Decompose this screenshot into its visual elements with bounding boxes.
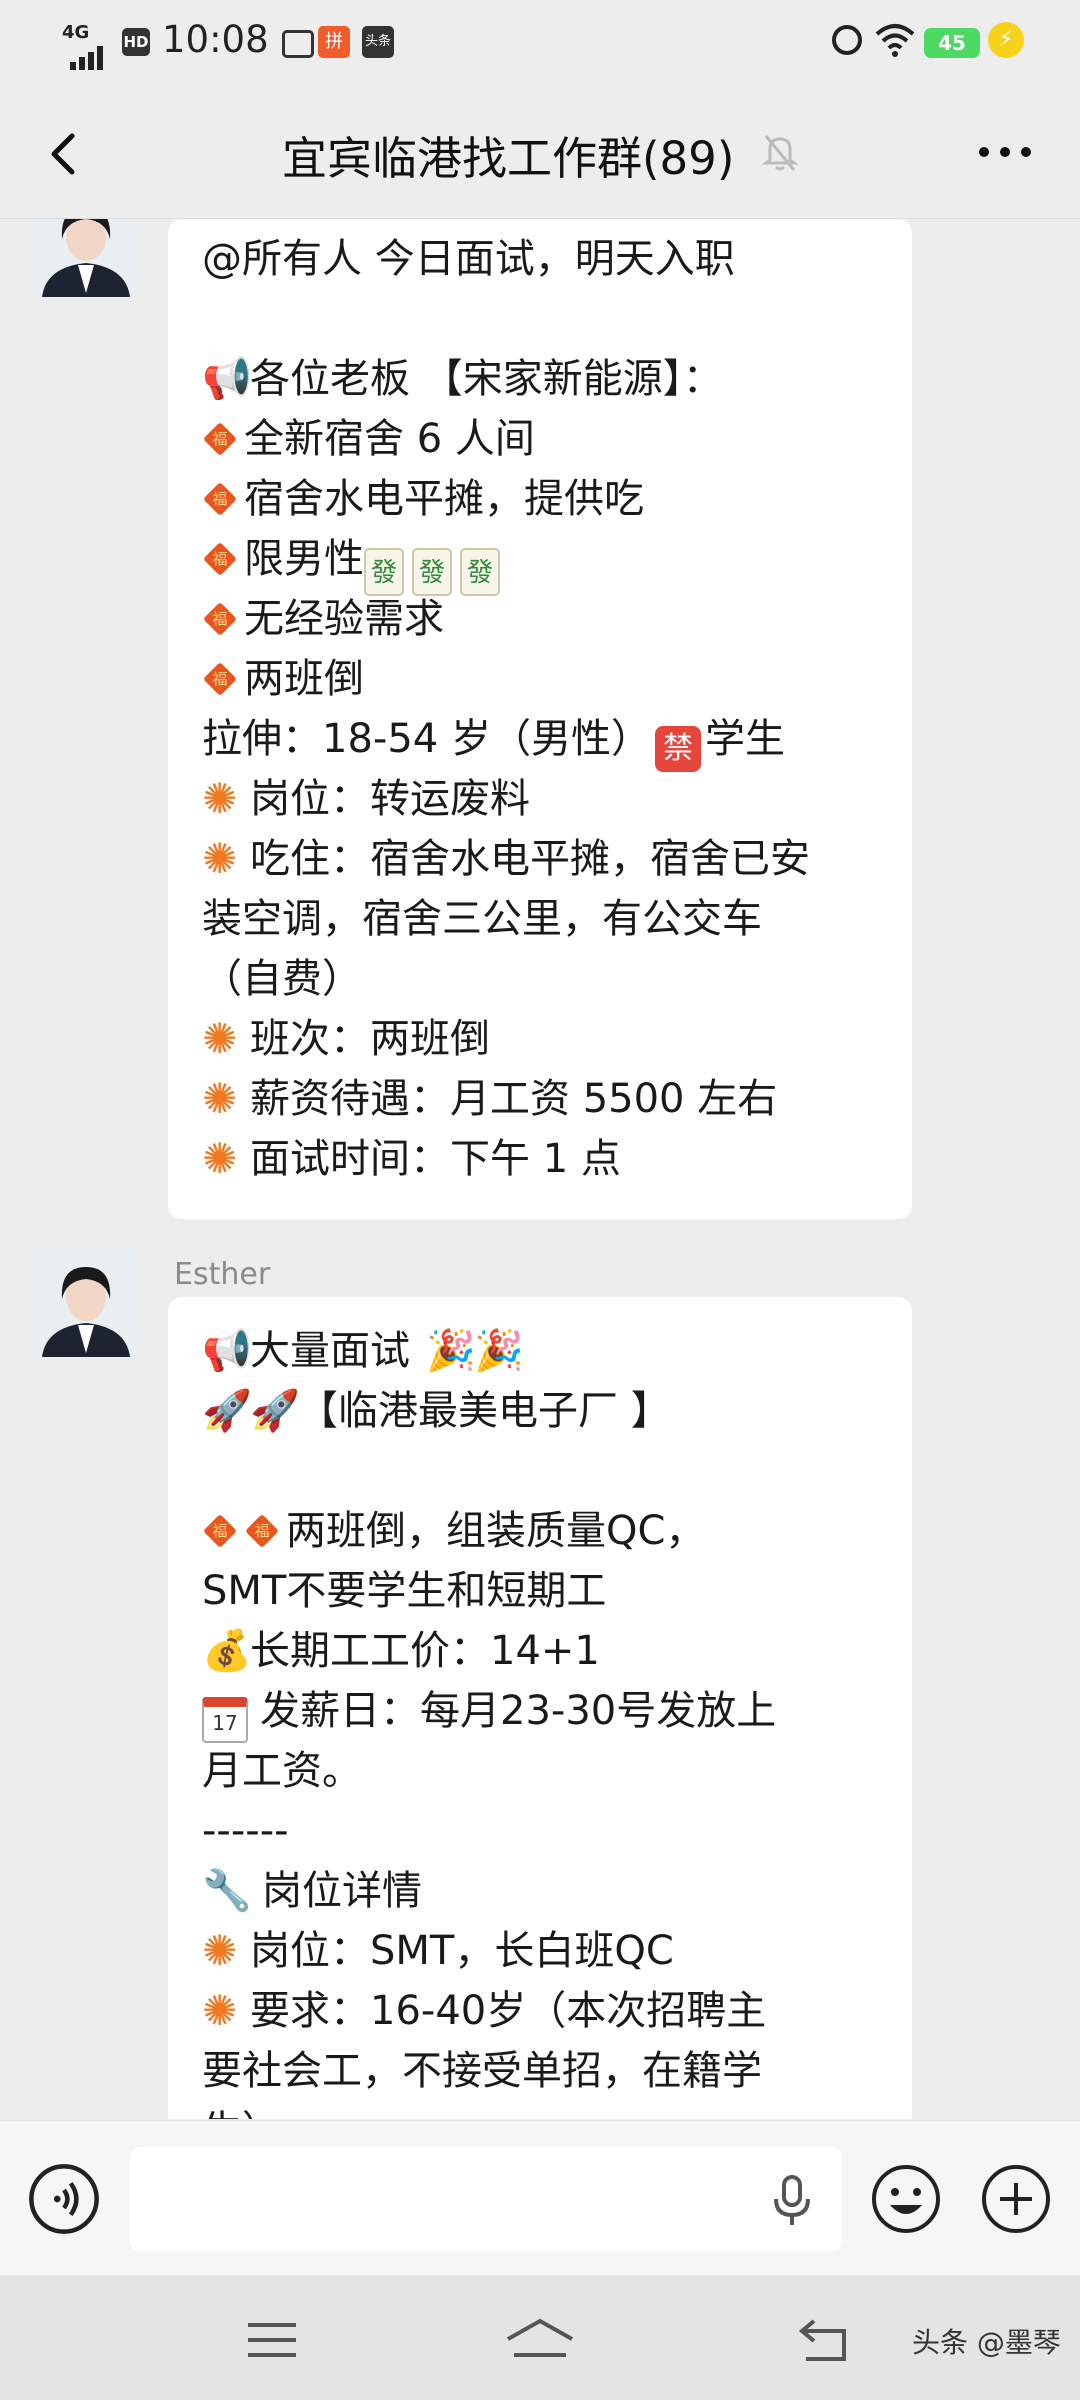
message-line: 两班倒 [202,649,878,709]
message-bubble[interactable]: @所有人 今日面试，明天入职 📢各位老板 【宋家新能源】： 全新宿舍 6 人间 … [168,219,912,1219]
message-line: SMT不要学生和短期工 [202,1568,607,1614]
mahjong-tile-icon: 發 [460,548,500,596]
message-line: 🚀🚀【临港最美电子厂 】 [202,1381,878,1441]
group-title: 宜宾临港找工作群(89) [282,132,735,185]
message-line: 🔧 岗位详情 [202,1861,878,1921]
message-bubble[interactable]: 📢大量面试🎉🎉 🚀🚀【临港最美电子厂 】 两班倒，组装质量QC， SMT不要学生… [168,1297,912,2119]
prohibited-icon: 禁 [654,726,701,772]
message-line: 无经验需求 [202,589,878,649]
fu-diamond-icon [202,481,238,517]
party-popper-icon: 🎉 [426,1328,476,1374]
status-bar: 4G HD 10:08 拼 头条 45 ⚡ [0,0,1080,90]
add-attachment-icon[interactable] [980,2163,1052,2235]
battery-indicator: 45 [924,28,980,58]
signal-bars-icon [70,46,112,70]
message-line: 两班倒，组装质量QC， [202,1501,878,1561]
message-line: 限男性發發發 [202,529,878,596]
muted-bell-icon [761,135,799,171]
money-bag-icon: 💰 [202,1628,252,1674]
wifi-icon [875,24,915,57]
message-line: 拉伸：18-54 岁（男性）禁学生 [202,709,878,772]
sender-name: Esther [174,1257,271,1292]
microphone-icon[interactable] [770,2173,814,2227]
rocket-icon: 🚀 [202,1388,252,1434]
message-line: 💰长期工工价：14+1 [202,1621,878,1681]
message-line: 岗位：转运废料 [202,769,878,829]
home-nav-icon[interactable] [502,2315,578,2365]
firework-icon [202,1981,246,2041]
menu-nav-icon[interactable] [242,2315,302,2365]
message-line: @所有人 今日面试，明天入职 [202,236,735,282]
input-bar [0,2120,1080,2275]
system-nav-bar: 头条 @墨琴 [0,2275,1080,2400]
calendar-icon: 17 [202,1697,248,1743]
message-line: ------ [202,1808,289,1854]
fu-diamond-icon [202,661,238,697]
message-line: 班次：两班倒 [202,1009,878,1069]
megaphone-icon: 📢 [202,356,252,402]
voice-mode-icon[interactable] [28,2163,100,2235]
fu-diamond-icon [202,601,238,637]
shopping-app-icon: 拼 [318,26,350,58]
message-line: 要社会工，不接受单招，在籍学 [202,2048,762,2094]
message-line: 面试时间：下午 1 点 [202,1129,878,1189]
back-nav-icon[interactable] [794,2315,854,2365]
message-line: 宿舍水电平摊，提供吃 [202,469,878,529]
more-options-icon[interactable] [970,130,1040,174]
firework-icon [202,1129,246,1189]
message-line: （自费） [202,956,362,1002]
firework-icon [202,1069,246,1129]
emoji-icon[interactable] [870,2163,942,2235]
message-line: 装空调，宿舍三公里，有公交车 [202,896,762,942]
message-list[interactable]: @所有人 今日面试，明天入职 📢各位老板 【宋家新能源】： 全新宿舍 6 人间 … [0,219,1080,2119]
firework-icon [202,829,246,889]
message-line: 📢各位老板 【宋家新能源】： [202,349,878,409]
avatar[interactable] [32,219,140,297]
rocket-icon: 🚀 [250,1388,300,1434]
avatar[interactable] [32,1249,140,1357]
message-line: 全新宿舍 6 人间 [202,409,878,469]
wrench-icon: 🔧 [202,1868,252,1914]
fu-diamond-icon [202,421,238,457]
message-line: 月工资。 [202,1748,362,1794]
message-line: 要求：16-40岁（本次招聘主 [202,1981,878,2041]
toutiao-app-icon: 头条 [362,26,394,58]
clock-time: 10:08 [162,18,269,61]
fu-diamond-icon [244,1513,280,1549]
message-line: 📢大量面试 🎉🎉 [202,1321,878,1381]
message-line: 吃住：宿舍水电平摊，宿舍已安 [202,829,878,889]
message-input[interactable] [130,2147,842,2251]
sim-card-icon [282,30,314,58]
message-line: 17 发薪日：每月23-30号发放上 [202,1681,878,1743]
charging-icon: ⚡ [988,22,1024,58]
firework-icon [202,1921,246,1981]
hd-badge: HD [122,28,150,56]
chat-header: 宜宾临港找工作群(89) [0,90,1080,219]
message-line: 薪资待遇：月工资 5500 左右 [202,1069,878,1129]
watermark-text: 头条 @墨琴 [912,2326,1061,2359]
party-popper-icon: 🎉 [474,1328,524,1374]
megaphone-icon: 📢 [202,1328,252,1374]
fu-diamond-icon [202,541,238,577]
firework-icon [202,1009,246,1069]
message-line: 岗位：SMT，长白班QC [202,1921,878,1981]
firework-icon [202,769,246,829]
back-arrow-icon[interactable] [36,124,96,184]
alarm-icon [832,25,862,55]
network-type: 4G [62,22,90,43]
message-line: 生） [202,2101,878,2119]
fu-diamond-icon [202,1513,238,1549]
